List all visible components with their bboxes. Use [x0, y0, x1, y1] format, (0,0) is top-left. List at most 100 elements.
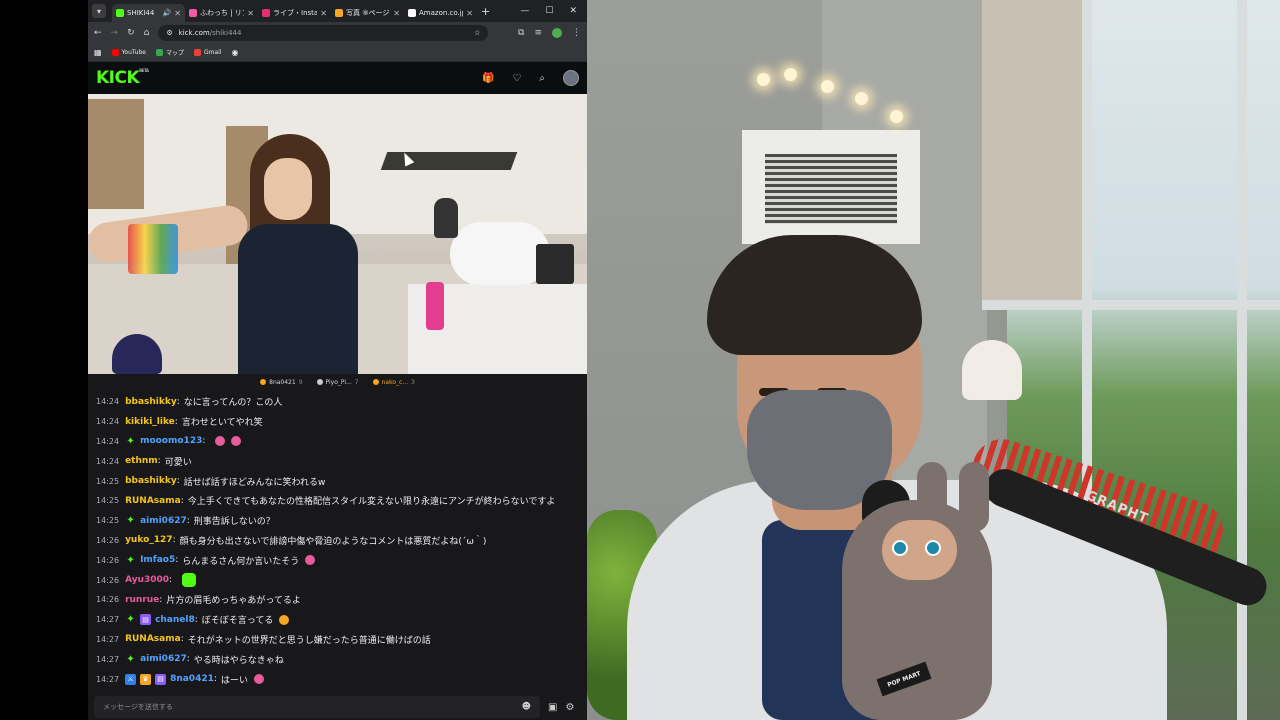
close-icon[interactable]: ✕ — [466, 9, 473, 18]
more-menu-icon[interactable]: ⋮ — [572, 28, 581, 38]
chat-username[interactable]: aimi0627 — [140, 516, 187, 526]
chat-input[interactable]: メッセージを送信する ☻ — [94, 696, 540, 718]
chat-message[interactable]: 14:24 bbashikky: なに言ってんの？この人 — [96, 392, 579, 412]
gift-badge-icon: ▤ — [155, 673, 167, 685]
emoji-icon[interactable]: ☻ — [522, 702, 531, 712]
chat-list: 14:24 bbashikky: なに言ってんの？この人 14:24 kikiki_li… — [88, 390, 587, 692]
search-icon[interactable]: ⌕ — [539, 73, 545, 84]
apps-grid-icon[interactable]: ▦ — [94, 48, 102, 57]
chat-username[interactable]: chanel8 — [155, 615, 195, 625]
gifter-name: nako_c... — [381, 378, 409, 386]
cam-window-frame — [982, 300, 1280, 310]
streamer-shirt — [238, 224, 358, 374]
chat-input-placeholder: メッセージを送信する — [103, 703, 173, 711]
globe-icon[interactable]: ◉ — [232, 48, 239, 57]
chat-username[interactable]: Ayu3000 — [125, 575, 169, 585]
chat-text: 刑事告訴しないの？ — [193, 517, 275, 528]
bookmark-gmail[interactable]: Gmail — [193, 48, 222, 56]
kick-header: KICKBETA 🎁 ♡ ⌕ — [88, 62, 587, 94]
maximize-icon[interactable]: ☐ — [545, 6, 553, 16]
bookmark-youtube[interactable]: YouTube — [111, 48, 146, 56]
gifter-item[interactable]: nako_c... 3 — [372, 378, 415, 386]
window-close-icon[interactable]: ✕ — [569, 6, 577, 16]
gift-icon[interactable]: 🎁 — [482, 73, 494, 84]
chat-username[interactable]: aimi0627 — [140, 654, 187, 664]
chat-message[interactable]: 14:26 ✦ Imfao5: らんまるさん何か言いたそう — [96, 550, 579, 570]
extensions-icon[interactable]: ⧉ — [518, 28, 524, 38]
chat-username[interactable]: runrue — [125, 595, 159, 605]
gifter-item[interactable]: Piyo_Pi... 7 — [316, 378, 359, 386]
tab-amazon[interactable]: Amazon.co.jp ✕ — [404, 4, 477, 22]
tab-favicon-icon — [189, 9, 197, 17]
new-tab-button[interactable]: + — [481, 5, 490, 18]
tab-photos[interactable]: 写真 ⑨ページ ✕ — [331, 4, 404, 22]
chat-username[interactable]: mooomo123 — [140, 436, 202, 446]
video-player[interactable] — [88, 94, 587, 374]
chat-message[interactable]: 14:27 RUNAsama: それがネットの世界だと思うし嫌だったら普通に働けばの… — [96, 630, 579, 650]
left-gutter — [0, 0, 88, 720]
chat-message[interactable]: 14:26 Ayu3000: — [96, 570, 579, 590]
cam-hair — [707, 235, 922, 355]
bookmark-maps[interactable]: マップ — [155, 48, 184, 57]
minimize-icon[interactable]: — — [520, 6, 529, 16]
plush-eye — [892, 540, 908, 556]
tab-fuwacchi[interactable]: ふわっち | リア ✕ — [185, 4, 258, 22]
back-icon[interactable]: ← — [94, 28, 102, 38]
chat-timestamp: 14:27 — [96, 634, 120, 644]
chat-settings-icon[interactable]: ⚙ — [565, 702, 574, 713]
close-icon[interactable]: ✕ — [247, 9, 254, 18]
chat-separator: : — [194, 614, 198, 625]
chat-username[interactable]: Imfao5 — [140, 555, 175, 565]
tab-title: ふわっち | リア — [200, 9, 245, 17]
profile-avatar[interactable] — [552, 27, 562, 38]
subscriber-badge-icon: ✦ — [126, 653, 135, 665]
chat-username[interactable]: RUNAsama — [125, 496, 181, 506]
chat-message[interactable]: 14:24 ethnm: 可愛い — [96, 451, 579, 471]
chat-message[interactable]: 14:25 bbashikky: 話せば話すほどみんなに笑われるw — [96, 471, 579, 491]
chat-message[interactable]: 14:24 ✦ mooomo123: — [96, 432, 579, 452]
address-bar[interactable]: ⚙ kick.com/shiki444 ☆ — [158, 24, 489, 41]
chat-message[interactable]: 14:26 runrue: 片方の眉毛めっちゃあがってるよ — [96, 590, 579, 610]
chat-message[interactable]: 14:27 ✦ aimi0627: やる時はやらなきゃね — [96, 649, 579, 669]
chat-message[interactable]: 14:26 yuko_127: 顔も身分も出さないで誹謗中傷や脅迫のようなコメントは… — [96, 531, 579, 551]
close-icon[interactable]: ✕ — [393, 9, 400, 18]
gifter-item[interactable]: 8na0421 9 — [260, 379, 303, 386]
tab-kick[interactable]: SHIKI44 🔊 ✕ — [112, 4, 185, 22]
chat-username[interactable]: kikiki_like — [125, 417, 175, 427]
forward-icon[interactable]: → — [111, 28, 119, 38]
reload-icon[interactable]: ↻ — [127, 28, 135, 38]
chat-timestamp: 14:24 — [96, 436, 120, 446]
chat-message[interactable]: 14:25 RUNAsama: 今上手くできてもあなたの性格配信スタイル変えない限り… — [96, 491, 579, 511]
heart-icon[interactable]: ♡ — [512, 73, 521, 84]
chat-timestamp: 14:24 — [96, 456, 120, 466]
chat-message[interactable]: 14:27 ⚔ ♛ ▤ 8na0421: はーい — [96, 669, 579, 689]
gifter-name: Piyo_Pi... — [325, 378, 352, 386]
chat-username[interactable]: bbashikky — [125, 476, 177, 486]
site-info-icon[interactable]: ⚙ — [166, 29, 172, 37]
chat-message[interactable]: 14:24 kikiki_like: 言わせといてやれ笑 — [96, 412, 579, 432]
home-icon[interactable]: ⌂ — [144, 28, 150, 38]
tab-instagram[interactable]: ライブ・Insta ✕ — [258, 4, 331, 22]
chat-username[interactable]: yuko_127 — [125, 535, 173, 545]
kick-favicon-icon — [116, 9, 124, 17]
bookmark-star-icon[interactable]: ☆ — [474, 29, 480, 37]
chat-separator: : — [176, 396, 180, 407]
tab-strip: ▾ SHIKI44 🔊 ✕ ふわっち | リア ✕ ライブ・Insta ✕ 写真… — [88, 0, 587, 22]
chat-timestamp: 14:24 — [96, 417, 120, 427]
chat-username[interactable]: bbashikky — [125, 397, 177, 407]
close-icon[interactable]: ✕ — [174, 9, 181, 18]
media-icon[interactable]: ≡ — [534, 28, 542, 38]
gifter-rank: 7 — [354, 378, 359, 386]
chat-username[interactable]: RUNAsama — [125, 634, 181, 644]
chat-gift-icon[interactable]: ▣ — [548, 702, 557, 713]
kick-logo[interactable]: KICKBETA — [96, 68, 149, 88]
cam-lamp — [962, 340, 1022, 400]
chat-username[interactable]: ethnm — [125, 456, 158, 466]
tab-search-button[interactable]: ▾ — [92, 4, 106, 18]
user-avatar[interactable] — [563, 70, 579, 86]
chat-username[interactable]: 8na0421 — [170, 674, 214, 684]
close-icon[interactable]: ✕ — [320, 9, 327, 18]
cam-spotlight — [890, 110, 903, 123]
chat-message[interactable]: 14:27 ✦ ▤ chanel8: ぼそぼそ言ってる — [96, 610, 579, 630]
chat-message[interactable]: 14:25 ✦ aimi0627: 刑事告訴しないの？ — [96, 511, 579, 531]
